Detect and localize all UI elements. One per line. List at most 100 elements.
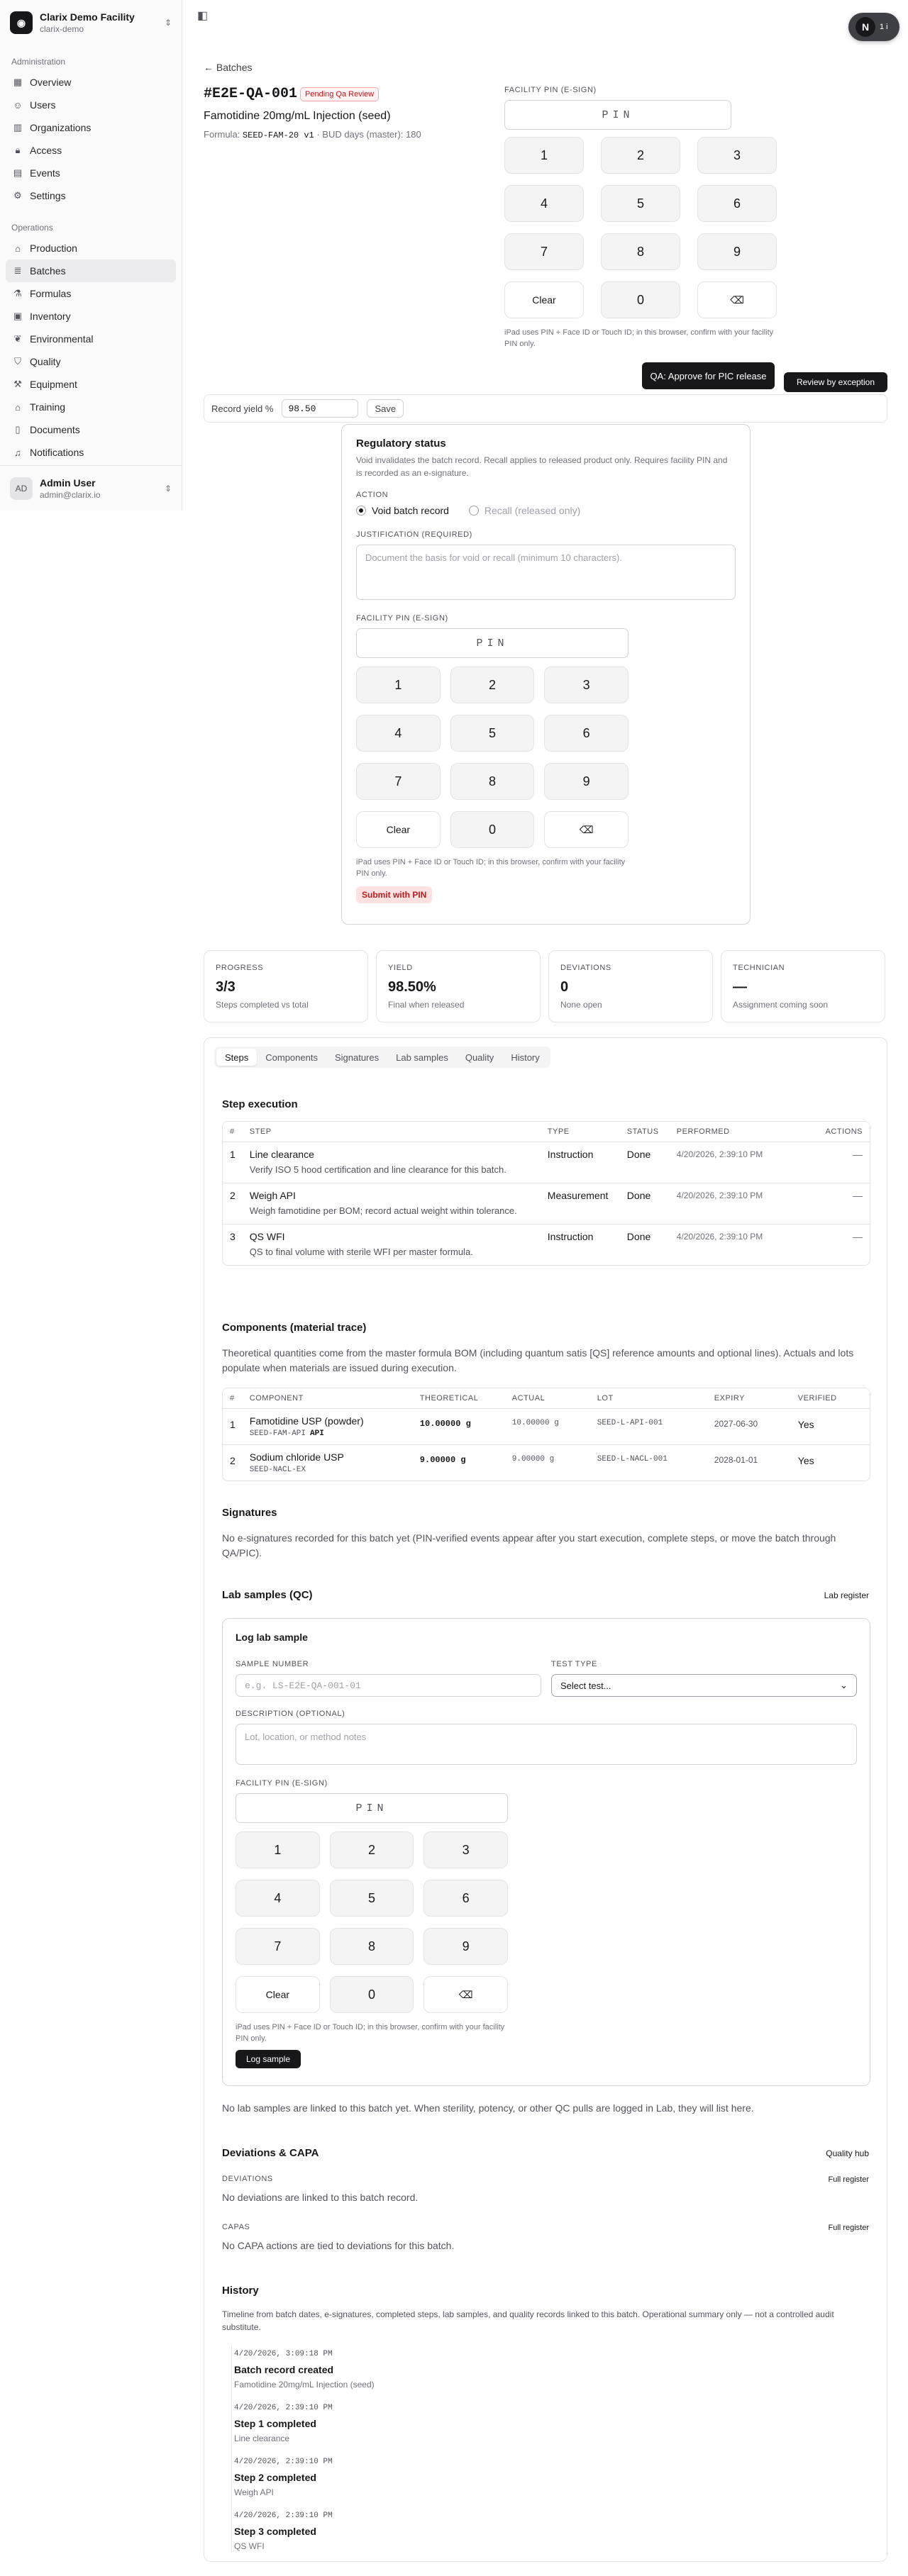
pin-key-5[interactable]: 5 bbox=[450, 715, 535, 752]
pin-key-2[interactable]: 2 bbox=[329, 1831, 414, 1868]
sidebar-item-environmental[interactable]: ❦ Environmental bbox=[6, 328, 176, 350]
void-radio[interactable]: Void batch record bbox=[356, 505, 449, 516]
column-header: STATUS bbox=[619, 1122, 670, 1142]
pin-key-8[interactable]: 8 bbox=[601, 233, 680, 270]
pin-key-7[interactable]: 7 bbox=[356, 763, 441, 800]
sidebar-item-training[interactable]: ⌂ Training bbox=[6, 396, 176, 418]
pin-key-7[interactable]: 7 bbox=[504, 233, 584, 270]
pin-key-3[interactable]: 3 bbox=[423, 1831, 508, 1868]
tab-signatures[interactable]: Signatures bbox=[326, 1049, 387, 1066]
approve-pic-button[interactable]: QA: Approve for PIC release bbox=[642, 362, 775, 389]
pin-key-1[interactable]: 1 bbox=[236, 1831, 320, 1868]
dev-tools-pill[interactable]: N 1 i bbox=[848, 13, 899, 41]
component-name: Famotidine USP (powder) bbox=[249, 1415, 364, 1427]
pin-key-4[interactable]: 4 bbox=[504, 185, 584, 222]
log-sample-button[interactable]: Log sample bbox=[236, 2050, 301, 2068]
sidebar-item-formulas[interactable]: ⚗ Formulas bbox=[6, 282, 176, 305]
pin-key-6[interactable]: 6 bbox=[697, 185, 777, 222]
sidebar-item-access[interactable]: 🔒︎ Access bbox=[6, 139, 176, 162]
pin-key-2[interactable]: 2 bbox=[450, 667, 535, 703]
pin-key-4[interactable]: 4 bbox=[236, 1880, 320, 1917]
pin-key-0[interactable]: 0 bbox=[450, 811, 535, 848]
component-cell: Sodium chloride USP SEED-NACL-EX bbox=[243, 1444, 413, 1481]
tab-components[interactable]: Components bbox=[257, 1049, 326, 1066]
sidebar-item-users[interactable]: ☺ Users bbox=[6, 94, 176, 116]
sidebar-item-label: Overview bbox=[30, 77, 72, 88]
pin-key-8[interactable]: 8 bbox=[329, 1928, 414, 1965]
pin-key-9[interactable]: 9 bbox=[697, 233, 777, 270]
regulatory-pin-input[interactable]: PIN bbox=[356, 628, 629, 658]
pin-key-0[interactable]: 0 bbox=[601, 281, 680, 318]
sidebar-item-production[interactable]: ⌂ Production bbox=[6, 237, 176, 260]
sidebar-item-equipment[interactable]: ⚒ Equipment bbox=[6, 373, 176, 396]
pin-key-0[interactable]: 0 bbox=[329, 1976, 414, 2013]
tab-steps[interactable]: Steps bbox=[216, 1049, 258, 1066]
sidebar-toggle-icon[interactable]: ◧ bbox=[197, 9, 208, 23]
grid-icon: ▦ bbox=[13, 77, 23, 87]
yield-input[interactable]: 98.50 bbox=[282, 399, 359, 418]
batch-id: #E2E-QA-001 bbox=[204, 86, 298, 102]
component-actual: 9.00000 g bbox=[511, 1454, 555, 1463]
pin-key-4[interactable]: 4 bbox=[356, 715, 441, 752]
sidebar-item-settings[interactable]: ⚙ Settings bbox=[6, 184, 176, 207]
description-textarea[interactable]: Lot, location, or method notes bbox=[236, 1724, 857, 1765]
lab-register-link[interactable]: Lab register bbox=[824, 1590, 869, 1600]
formula-code: SEED-FAM-20 v1 bbox=[242, 130, 314, 140]
tab-history[interactable]: History bbox=[502, 1049, 548, 1066]
pin-key-6[interactable]: 6 bbox=[423, 1880, 508, 1917]
yield-row: Record yield % 98.50 Save bbox=[204, 394, 887, 423]
pin-key-8[interactable]: 8 bbox=[450, 763, 535, 800]
quality-hub-link[interactable]: Quality hub bbox=[826, 2148, 869, 2158]
stat-key: PROGRESS bbox=[216, 964, 264, 972]
back-link[interactable]: ← Batches bbox=[204, 62, 252, 73]
sidebar-item-events[interactable]: ▤ Events bbox=[6, 162, 176, 184]
pin-key-1[interactable]: 1 bbox=[356, 667, 441, 703]
sidebar-item-batches[interactable]: ≣ Batches bbox=[6, 260, 176, 282]
pin-clear-button[interactable]: Clear bbox=[356, 811, 441, 848]
tab-lab-samples[interactable]: Lab samples bbox=[387, 1049, 457, 1066]
review-exception-button[interactable]: Review by exception bbox=[784, 372, 887, 392]
pin-key-3[interactable]: 3 bbox=[697, 137, 777, 174]
justification-textarea[interactable]: Document the basis for void or recall (m… bbox=[356, 545, 736, 600]
test-type-select[interactable]: Select test... ⌄ bbox=[551, 1674, 857, 1697]
pin-key-7[interactable]: 7 bbox=[236, 1928, 320, 1965]
pin-key-9[interactable]: 9 bbox=[423, 1928, 508, 1965]
sidebar-item-inventory[interactable]: ▣ Inventory bbox=[6, 305, 176, 328]
pin-key-9[interactable]: 9 bbox=[544, 763, 629, 800]
pin-note: iPad uses PIN + Face ID or Touch ID; in … bbox=[236, 2023, 505, 2043]
pin-backspace-button[interactable]: ⌫ bbox=[544, 811, 629, 848]
sidebar-item-organizations[interactable]: ▥ Organizations bbox=[6, 116, 176, 139]
pin-key-5[interactable]: 5 bbox=[601, 185, 680, 222]
recall-radio[interactable]: Recall (released only) bbox=[468, 505, 580, 516]
pin-input[interactable]: PIN bbox=[504, 100, 731, 130]
pin-key-3[interactable]: 3 bbox=[544, 667, 629, 703]
sidebar-item-label: Organizations bbox=[30, 122, 92, 133]
sidebar-item-overview[interactable]: ▦ Overview bbox=[6, 71, 176, 94]
submit-with-pin-button[interactable]: Submit with PIN bbox=[356, 886, 433, 903]
save-yield-button[interactable]: Save bbox=[367, 399, 404, 418]
sidebar-item-notifications[interactable]: ♫ Notifications bbox=[6, 441, 176, 464]
stat-sub: Steps completed vs total bbox=[216, 1000, 309, 1010]
pin-backspace-button[interactable]: ⌫ bbox=[423, 1976, 508, 2013]
user-menu[interactable]: AD Admin User admin@clarix.io ⇕ bbox=[0, 465, 182, 511]
lab-pin-input[interactable]: PIN bbox=[236, 1793, 508, 1823]
org-slug: clarix-demo bbox=[40, 24, 84, 34]
org-switcher[interactable]: ◉ Clarix Demo Facility clarix-demo ⇕ bbox=[0, 0, 182, 45]
pin-key-1[interactable]: 1 bbox=[504, 137, 584, 174]
step-action: — bbox=[853, 1230, 863, 1242]
component-lot: SEED-L-API-001 bbox=[589, 1408, 707, 1445]
tab-quality[interactable]: Quality bbox=[457, 1049, 502, 1066]
pin-key-2[interactable]: 2 bbox=[601, 137, 680, 174]
column-header: PERFORMED bbox=[669, 1122, 812, 1142]
pin-key-6[interactable]: 6 bbox=[544, 715, 629, 752]
component-verified: Yes bbox=[790, 1408, 870, 1445]
deviations-register-link[interactable]: Full register bbox=[829, 2175, 869, 2184]
capas-register-link[interactable]: Full register bbox=[829, 2224, 869, 2232]
pin-clear-button[interactable]: Clear bbox=[504, 281, 584, 318]
pin-clear-button[interactable]: Clear bbox=[236, 1976, 320, 2013]
pin-backspace-button[interactable]: ⌫ bbox=[697, 281, 777, 318]
pin-key-5[interactable]: 5 bbox=[329, 1880, 414, 1917]
sample-number-input[interactable]: e.g. LS-E2E-QA-001-01 bbox=[236, 1674, 541, 1697]
sidebar-item-documents[interactable]: ▯ Documents bbox=[6, 418, 176, 441]
sidebar-item-quality[interactable]: ⛉ Quality bbox=[6, 350, 176, 373]
